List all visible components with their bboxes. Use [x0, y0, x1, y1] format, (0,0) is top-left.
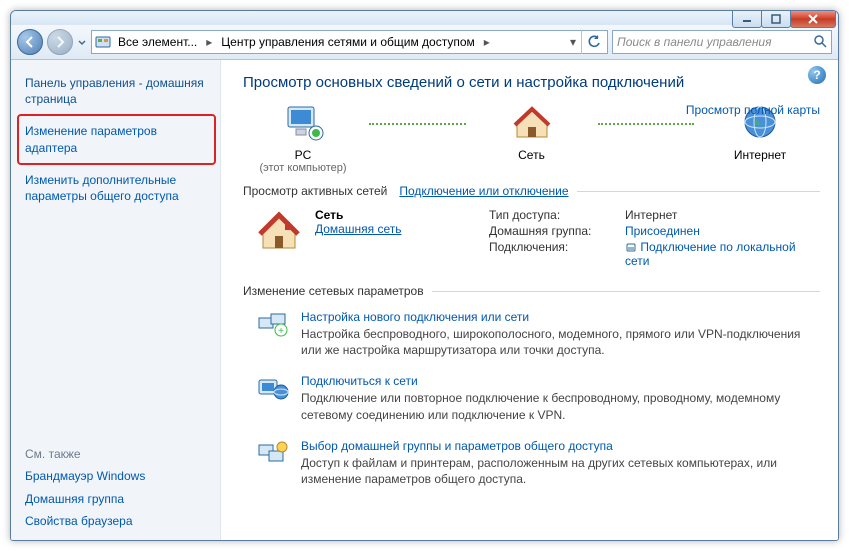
task-connect-link[interactable]: Подключиться к сети	[301, 374, 418, 388]
network-settings-heading: Изменение сетевых параметров	[243, 284, 820, 298]
toolbar: Все элемент... ▸ Центр управления сетями…	[11, 25, 838, 59]
homegroup-icon	[257, 439, 289, 487]
kv-homegroup-label: Домашняя группа:	[489, 224, 619, 238]
map-node-network[interactable]: Сеть	[472, 103, 592, 162]
active-networks-heading-text: Просмотр активных сетей	[243, 184, 387, 198]
sidebar-advanced-link[interactable]: Изменить дополнительные параметры общего…	[25, 169, 210, 207]
breadcrumb-segment[interactable]: Все элемент...	[114, 31, 201, 53]
task-new-connection[interactable]: + Настройка нового подключения или сети …	[243, 304, 820, 368]
forward-button[interactable]	[47, 29, 73, 55]
control-panel-window: Все элемент... ▸ Центр управления сетями…	[10, 10, 839, 541]
back-button[interactable]	[17, 29, 43, 55]
minimize-button[interactable]	[732, 10, 762, 28]
control-panel-icon	[94, 33, 112, 51]
kv-connections-label: Подключения:	[489, 240, 619, 268]
svg-text:+: +	[278, 326, 284, 337]
task-connect-desc: Подключение или повторное подключение к …	[301, 390, 820, 422]
house-icon	[257, 208, 301, 252]
sidebar-home-link[interactable]: Панель управления - домашняя страница	[25, 72, 210, 110]
tasks-list: + Настройка нового подключения или сети …	[243, 304, 820, 497]
map-node-network-label: Сеть	[472, 148, 592, 162]
window-buttons	[733, 10, 836, 28]
network-type-link[interactable]: Домашняя сеть	[315, 222, 401, 236]
map-node-pc[interactable]: PC (этот компьютер)	[243, 103, 363, 174]
sidebar-homegroup-link[interactable]: Домашняя группа	[25, 488, 210, 510]
breadcrumb-segment[interactable]: Центр управления сетями и общим доступом	[217, 31, 479, 53]
sidebar-firewall-link[interactable]: Брандмауэр Windows	[25, 465, 210, 487]
connect-icon	[257, 374, 289, 422]
network-details: Тип доступа: Интернет Домашняя группа: П…	[489, 208, 820, 268]
sidebar-browser-link[interactable]: Свойства браузера	[25, 510, 210, 532]
chevron-right-icon[interactable]: ▸	[203, 31, 215, 53]
search-placeholder: Поиск в панели управления	[617, 35, 772, 49]
map-node-pc-sub: (этот компьютер)	[243, 162, 363, 174]
minimize-icon	[742, 14, 752, 24]
task-homegroup-desc: Доступ к файлам и принтерам, расположенн…	[301, 455, 820, 487]
network-settings-heading-text: Изменение сетевых параметров	[243, 284, 424, 298]
kv-homegroup-link[interactable]: Присоединен	[625, 224, 700, 238]
chevron-right-icon[interactable]: ▸	[481, 31, 493, 53]
sidebar-adapter-highlight: Изменение параметров адаптера	[17, 114, 216, 164]
active-networks-heading: Просмотр активных сетей Подключение или …	[243, 184, 820, 198]
network-map: Просмотр полной карты PC (этот компьютер…	[243, 103, 820, 174]
active-network-row: Сеть Домашняя сеть Тип доступа: Интернет…	[243, 204, 820, 276]
search-icon	[813, 34, 827, 51]
titlebar	[11, 11, 838, 25]
map-node-pc-label: PC	[243, 148, 363, 162]
full-map-link[interactable]: Просмотр полной карты	[686, 103, 820, 117]
task-new-connection-desc: Настройка беспроводного, широкополосного…	[301, 326, 820, 358]
maximize-button[interactable]	[761, 10, 791, 28]
network-name: Сеть	[315, 208, 465, 222]
help-icon[interactable]: ?	[808, 66, 826, 84]
close-button[interactable]	[790, 10, 836, 28]
task-homegroup-link[interactable]: Выбор домашней группы и параметров общег…	[301, 439, 613, 453]
connect-disconnect-link[interactable]: Подключение или отключение	[387, 184, 568, 198]
body: Панель управления - домашняя страница Из…	[11, 59, 838, 540]
new-connection-icon: +	[257, 310, 289, 358]
map-node-internet-label: Интернет	[700, 148, 820, 162]
address-bar[interactable]: Все элемент... ▸ Центр управления сетями…	[91, 30, 608, 54]
ethernet-icon	[625, 241, 637, 253]
task-new-connection-link[interactable]: Настройка нового подключения или сети	[301, 310, 529, 324]
map-connector	[592, 103, 701, 141]
sidebar: Панель управления - домашняя страница Из…	[11, 60, 221, 540]
refresh-button[interactable]	[581, 30, 605, 54]
kv-access-type-value: Интернет	[625, 208, 820, 222]
history-dropdown-icon[interactable]	[77, 33, 87, 51]
maximize-icon	[771, 14, 781, 24]
refresh-icon	[587, 35, 601, 49]
house-network-icon	[511, 103, 553, 141]
task-connect[interactable]: Подключиться к сети Подключение или повт…	[243, 368, 820, 432]
close-icon	[807, 14, 819, 24]
kv-access-type-label: Тип доступа:	[489, 208, 619, 222]
page-title: Просмотр основных сведений о сети и наст…	[243, 74, 820, 91]
main-content: ? Просмотр основных сведений о сети и на…	[221, 60, 838, 540]
computer-icon	[282, 103, 324, 141]
search-input[interactable]: Поиск в панели управления	[612, 30, 832, 54]
arrow-left-icon	[24, 36, 36, 48]
kv-connection-link[interactable]: Подключение по локальной сети	[625, 240, 796, 268]
map-connector	[363, 103, 472, 141]
arrow-right-icon	[54, 36, 66, 48]
sidebar-seealso-heading: См. также	[25, 447, 210, 461]
chevron-down-icon[interactable]: ▾	[567, 31, 579, 53]
task-homegroup[interactable]: Выбор домашней группы и параметров общег…	[243, 433, 820, 497]
sidebar-adapter-link[interactable]: Изменение параметров адаптера	[25, 120, 208, 158]
